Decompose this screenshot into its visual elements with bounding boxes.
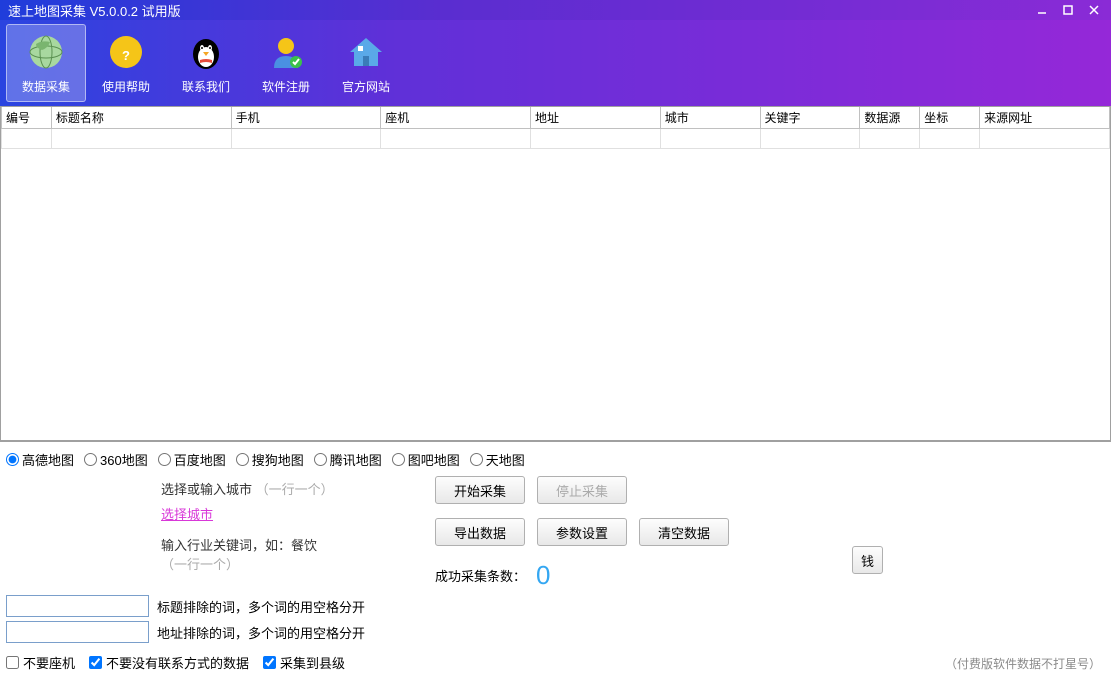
keyword-input-area[interactable] [6, 535, 143, 583]
col-header[interactable]: 座机 [381, 107, 531, 129]
start-button[interactable]: 开始采集 [435, 476, 525, 504]
col-header[interactable]: 编号 [2, 107, 52, 129]
table-cell [980, 129, 1110, 149]
minimize-button[interactable] [1029, 1, 1055, 19]
bottom-panel: 高德地图 360地图百度地图搜狗地图腾讯地图图吧地图天地图 选择或输入城市 （一行… [0, 441, 1111, 678]
col-header[interactable]: 来源网址 [980, 107, 1110, 129]
table-cell [920, 129, 980, 149]
no-landline-check[interactable]: 不要座机 [6, 653, 75, 672]
addr-exclude-input[interactable] [6, 621, 149, 643]
toolbar-item-3[interactable]: 软件注册 [246, 24, 326, 102]
globe-icon [26, 32, 66, 72]
col-header[interactable]: 关键字 [760, 107, 860, 129]
table-cell [660, 129, 760, 149]
col-header[interactable]: 城市 [660, 107, 760, 129]
to-county-check[interactable]: 采集到县级 [263, 653, 345, 672]
map-radio-3[interactable]: 搜狗地图 [236, 450, 304, 469]
table-cell [381, 129, 531, 149]
params-button[interactable]: 参数设置 [537, 518, 627, 546]
table-cell [860, 129, 920, 149]
map-radio-0[interactable]: 高德地图 [6, 450, 74, 469]
toolbar: 数据采集?使用帮助联系我们软件注册官方网站 [0, 20, 1111, 106]
title-exclude-input[interactable] [6, 595, 149, 617]
clear-button[interactable]: 清空数据 [639, 518, 729, 546]
col-header[interactable]: 手机 [231, 107, 381, 129]
export-button[interactable]: 导出数据 [435, 518, 525, 546]
city-input-area[interactable] [6, 477, 143, 525]
filter-checks: 不要座机 不要没有联系方式的数据 采集到县级 [6, 647, 1105, 678]
user-icon [266, 32, 306, 72]
toolbar-item-1[interactable]: ?使用帮助 [86, 24, 166, 102]
map-radio-6[interactable]: 天地图 [470, 450, 525, 469]
titlebar: 速上地图采集 V5.0.0.2 试用版 [0, 0, 1111, 20]
table-cell [530, 129, 660, 149]
keyword-label: 输入行业关键词，如：餐饮 [161, 538, 317, 553]
title-exclude-label: 标题排除的词，多个词的用空格分开 [157, 597, 365, 616]
map-radio-5[interactable]: 图吧地图 [392, 450, 460, 469]
data-table: 编号标题名称手机座机地址城市关键字数据源坐标来源网址 [1, 107, 1110, 149]
toolbar-item-4[interactable]: 官方网站 [326, 24, 406, 102]
window-title: 速上地图采集 V5.0.0.2 试用版 [4, 1, 1029, 20]
map-source-radios: 高德地图 360地图百度地图搜狗地图腾讯地图图吧地图天地图 [6, 446, 1105, 473]
penguin-icon [186, 32, 226, 72]
success-count: 0 [536, 560, 550, 591]
map-radio-1[interactable]: 360地图 [84, 450, 148, 469]
no-contact-check[interactable]: 不要没有联系方式的数据 [89, 653, 249, 672]
toolbar-item-2[interactable]: 联系我们 [166, 24, 246, 102]
col-header[interactable]: 坐标 [920, 107, 980, 129]
close-button[interactable] [1081, 1, 1107, 19]
data-table-container: 编号标题名称手机座机地址城市关键字数据源坐标来源网址 [0, 106, 1111, 441]
stop-button: 停止采集 [537, 476, 627, 504]
city-hint: （一行一个） [256, 482, 334, 497]
map-radio-4[interactable]: 腾讯地图 [314, 450, 382, 469]
footer-note: （付费版软件数据不打星号） [945, 655, 1101, 672]
table-cell [760, 129, 860, 149]
select-city-link[interactable]: 选择城市 [161, 504, 213, 523]
success-label: 成功采集条数： [435, 566, 526, 585]
col-header[interactable]: 地址 [530, 107, 660, 129]
money-button[interactable]: 钱 [852, 546, 883, 574]
table-cell [51, 129, 231, 149]
help-icon: ? [106, 32, 146, 72]
city-label: 选择或输入城市 [161, 482, 252, 497]
col-header[interactable]: 标题名称 [51, 107, 231, 129]
home-icon [346, 32, 386, 72]
table-cell [231, 129, 381, 149]
map-radio-2[interactable]: 百度地图 [158, 450, 226, 469]
keyword-hint: （一行一个） [161, 557, 239, 572]
col-header[interactable]: 数据源 [860, 107, 920, 129]
svg-text:?: ? [122, 48, 130, 63]
table-cell [2, 129, 52, 149]
maximize-button[interactable] [1055, 1, 1081, 19]
addr-exclude-label: 地址排除的词，多个词的用空格分开 [157, 623, 365, 642]
toolbar-item-0[interactable]: 数据采集 [6, 24, 86, 102]
